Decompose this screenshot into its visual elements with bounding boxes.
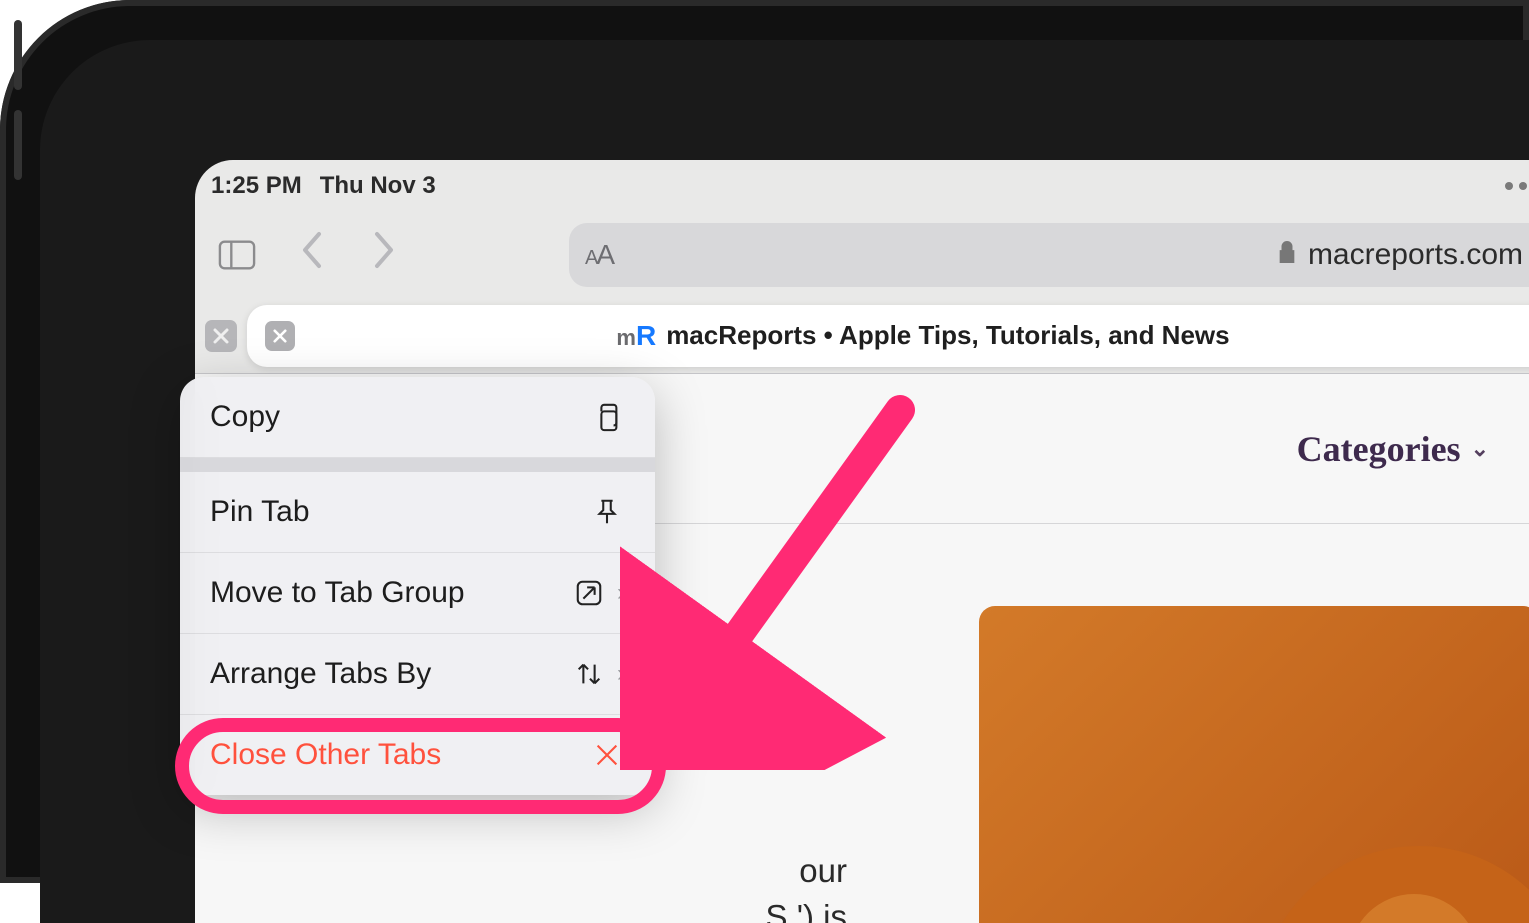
categories-dropdown[interactable]: Categories ⌄ [1297,428,1489,470]
tab-title: mR macReports • Apple Tips, Tutorials, a… [307,320,1529,352]
chevron-right-icon [371,230,397,270]
back-button[interactable] [285,230,339,280]
move-to-group-icon [571,575,607,611]
lock-icon [1276,239,1298,272]
menu-copy[interactable]: Copy [180,377,655,458]
close-icon [213,328,229,344]
status-bar: 1:25 PM Thu Nov 3 [195,160,1529,212]
dot-icon [1519,182,1527,190]
chevron-down-icon: ⌄ [1471,436,1489,462]
chevron-right-icon: › [617,660,625,688]
status-time: 1:25 PM [211,172,302,200]
close-icon [589,737,625,773]
avatar-icon [1259,846,1529,923]
close-icon [273,329,287,343]
address-bar[interactable]: AA macreports.com [569,223,1529,287]
article-snippet: our S.') is signed out of iMessage. You … [267,802,847,923]
tab-bar: mR macReports • Apple Tips, Tutorials, a… [195,298,1529,374]
pin-icon [589,494,625,530]
chevron-left-icon [299,230,325,270]
hardware-buttons [20,0,32,220]
menu-pin-tab[interactable]: Pin Tab [180,472,655,553]
active-tab[interactable]: mR macReports • Apple Tips, Tutorials, a… [247,305,1529,367]
status-date: Thu Nov 3 [320,172,436,200]
categories-label: Categories [1297,428,1461,470]
featured-image [979,606,1529,923]
menu-arrange-label: Arrange Tabs By [210,657,431,691]
chevron-right-icon: › [617,579,625,607]
menu-close-other-tabs[interactable]: Close Other Tabs [180,715,655,795]
multitask-dots[interactable] [1505,182,1529,190]
menu-move-label: Move to Tab Group [210,576,465,610]
menu-move-to-group[interactable]: Move to Tab Group › [180,553,655,634]
sidebar-icon [218,239,256,271]
tab-context-menu: Copy Pin Tab Move to Tab Group › Arrange… [180,377,655,795]
copy-icon [589,399,625,435]
menu-close-other-label: Close Other Tabs [210,738,441,772]
menu-arrange-tabs[interactable]: Arrange Tabs By › [180,634,655,715]
sidebar-toggle-button[interactable] [207,227,267,283]
forward-button[interactable] [357,230,411,280]
menu-copy-label: Copy [210,400,280,434]
menu-pin-label: Pin Tab [210,495,310,529]
tab-favicon: mR [616,320,656,352]
text-size-button[interactable]: AA [585,239,613,271]
close-tab-button[interactable] [265,321,295,351]
close-background-tab-button[interactable] [205,320,237,352]
dot-icon [1505,182,1513,190]
sort-icon [571,656,607,692]
menu-separator [180,458,655,472]
browser-toolbar: AA macreports.com [195,212,1529,298]
url-domain: macreports.com [1308,238,1523,272]
